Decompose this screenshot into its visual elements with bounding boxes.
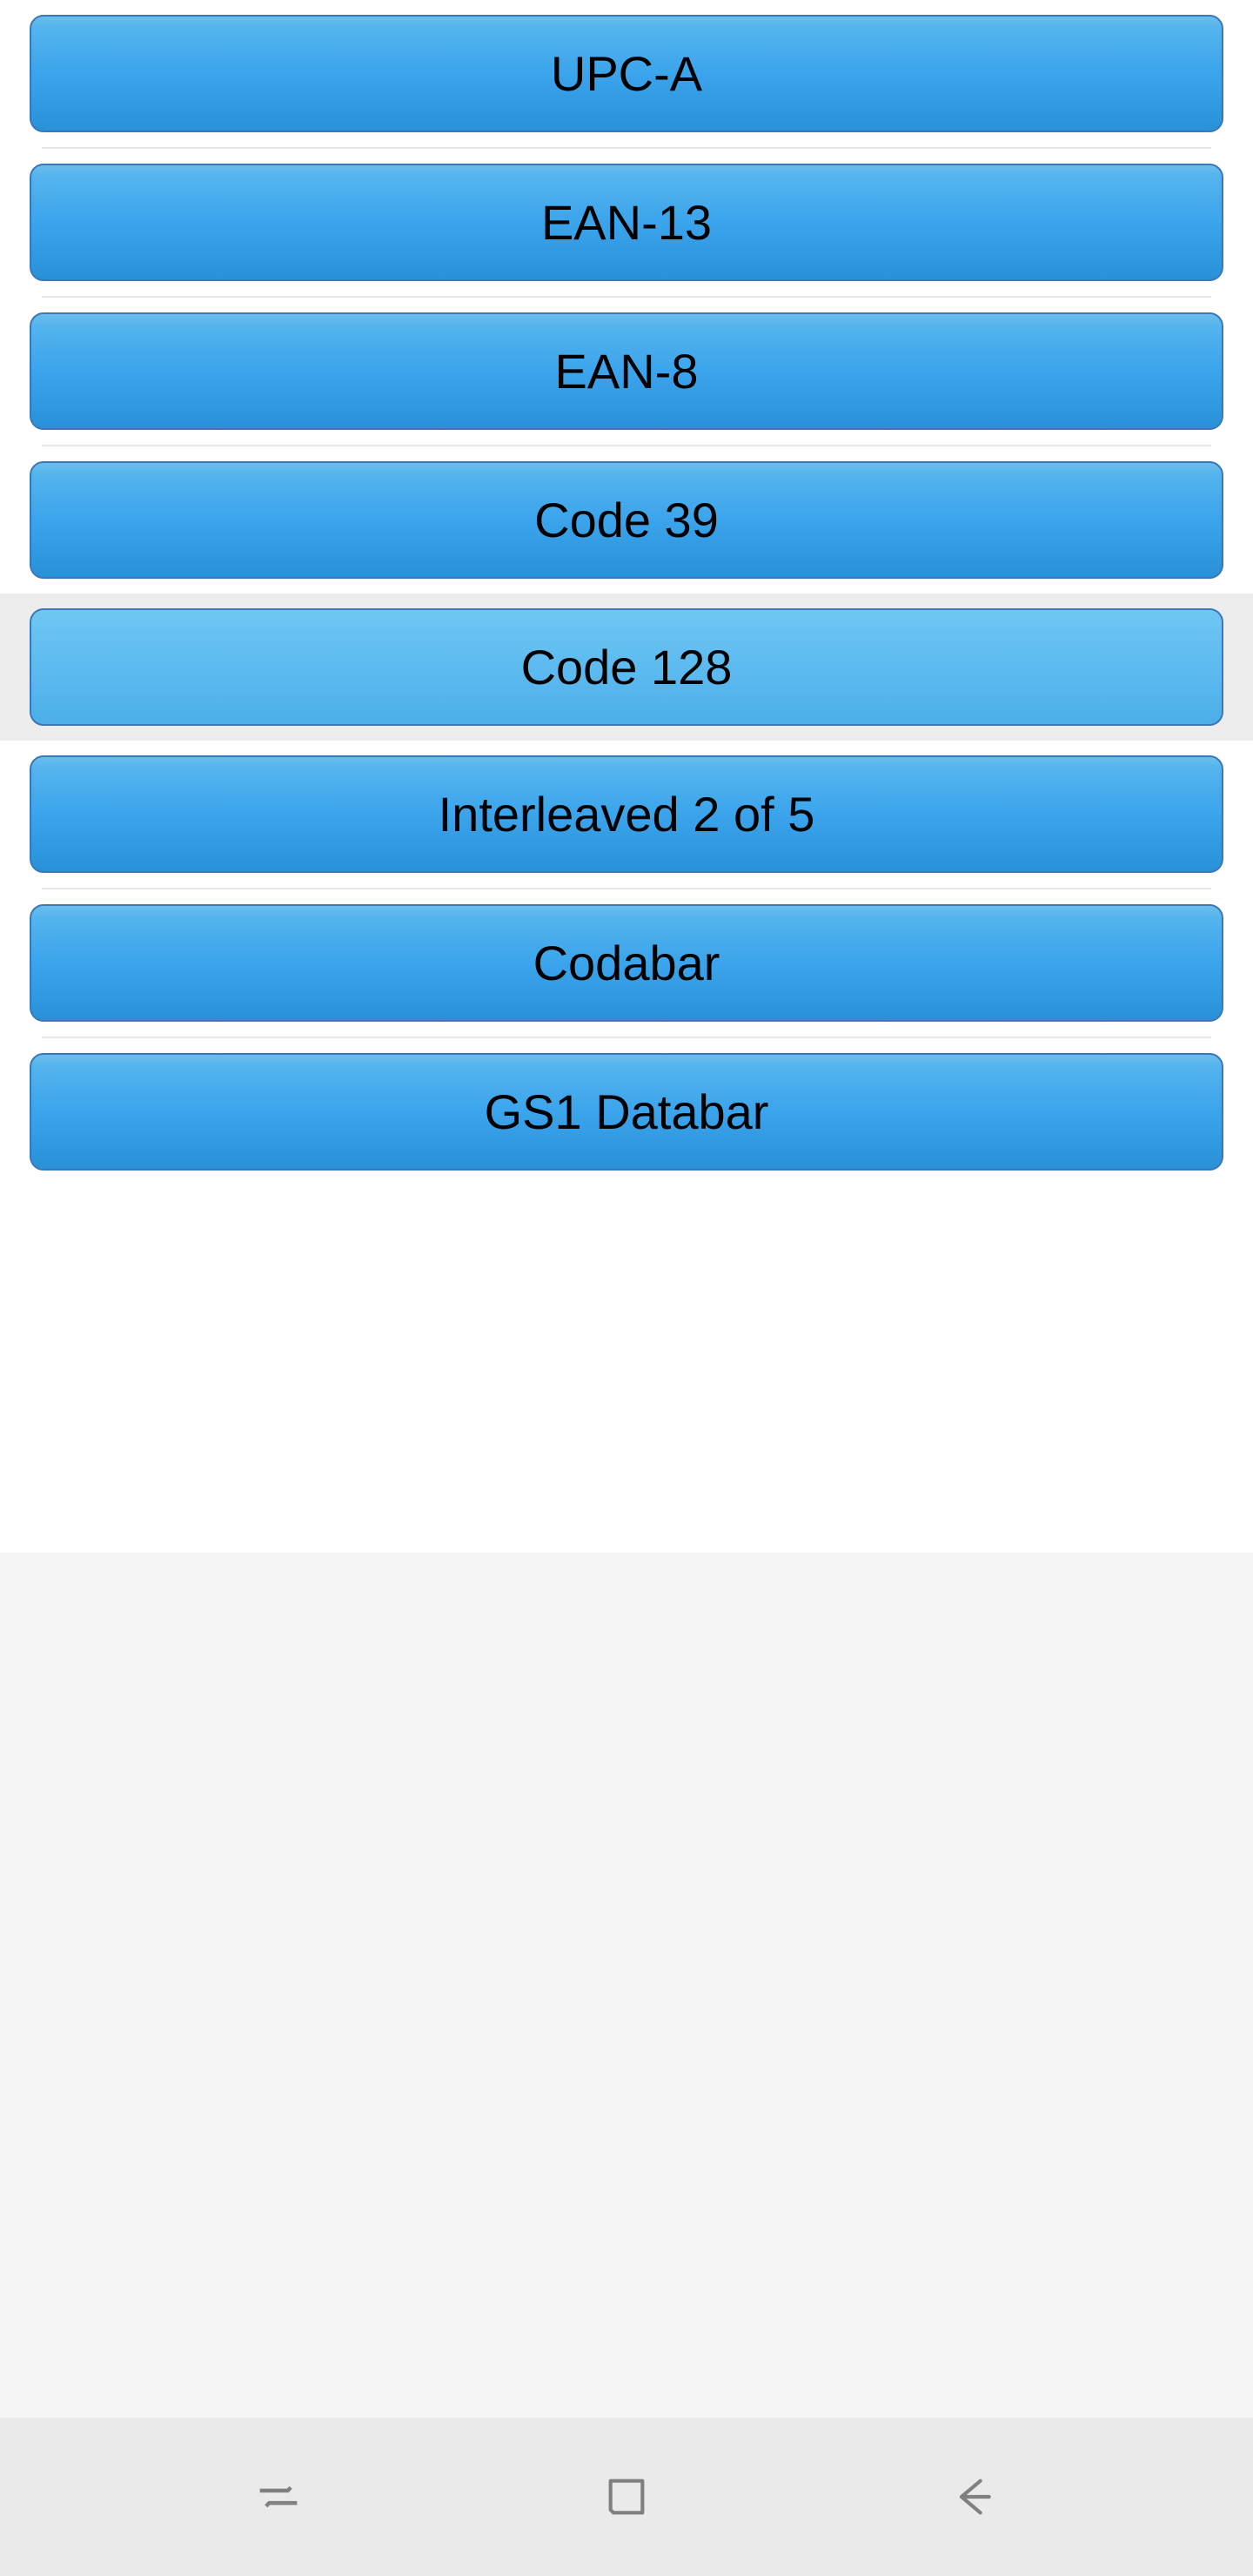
list-item: Codabar <box>0 889 1253 1036</box>
system-navigation-bar <box>0 2418 1253 2576</box>
barcode-type-button-upc-a[interactable]: UPC-A <box>30 15 1223 132</box>
barcode-type-button-gs1-databar[interactable]: GS1 Databar <box>30 1053 1223 1171</box>
list-item: EAN-13 <box>0 149 1253 296</box>
empty-space <box>0 1553 1253 2418</box>
barcode-type-button-code-39[interactable]: Code 39 <box>30 461 1223 579</box>
home-button[interactable] <box>595 2465 658 2528</box>
list-item: EAN-8 <box>0 298 1253 445</box>
back-button[interactable] <box>943 2465 1006 2528</box>
list-item: Interleaved 2 of 5 <box>0 741 1253 888</box>
list-item-selected: Code 128 <box>0 594 1253 741</box>
barcode-type-button-ean-13[interactable]: EAN-13 <box>30 164 1223 281</box>
recent-apps-button[interactable] <box>247 2465 310 2528</box>
list-item: Code 39 <box>0 446 1253 594</box>
barcode-type-button-code-128[interactable]: Code 128 <box>30 608 1223 726</box>
barcode-type-button-interleaved[interactable]: Interleaved 2 of 5 <box>30 755 1223 873</box>
list-item: GS1 Databar <box>0 1038 1253 1185</box>
list-item: UPC-A <box>0 0 1253 147</box>
barcode-type-button-ean-8[interactable]: EAN-8 <box>30 312 1223 430</box>
barcode-type-list: UPC-A EAN-13 EAN-8 Code 39 Code 128 Inte… <box>0 0 1253 1185</box>
barcode-type-button-codabar[interactable]: Codabar <box>30 904 1223 1022</box>
